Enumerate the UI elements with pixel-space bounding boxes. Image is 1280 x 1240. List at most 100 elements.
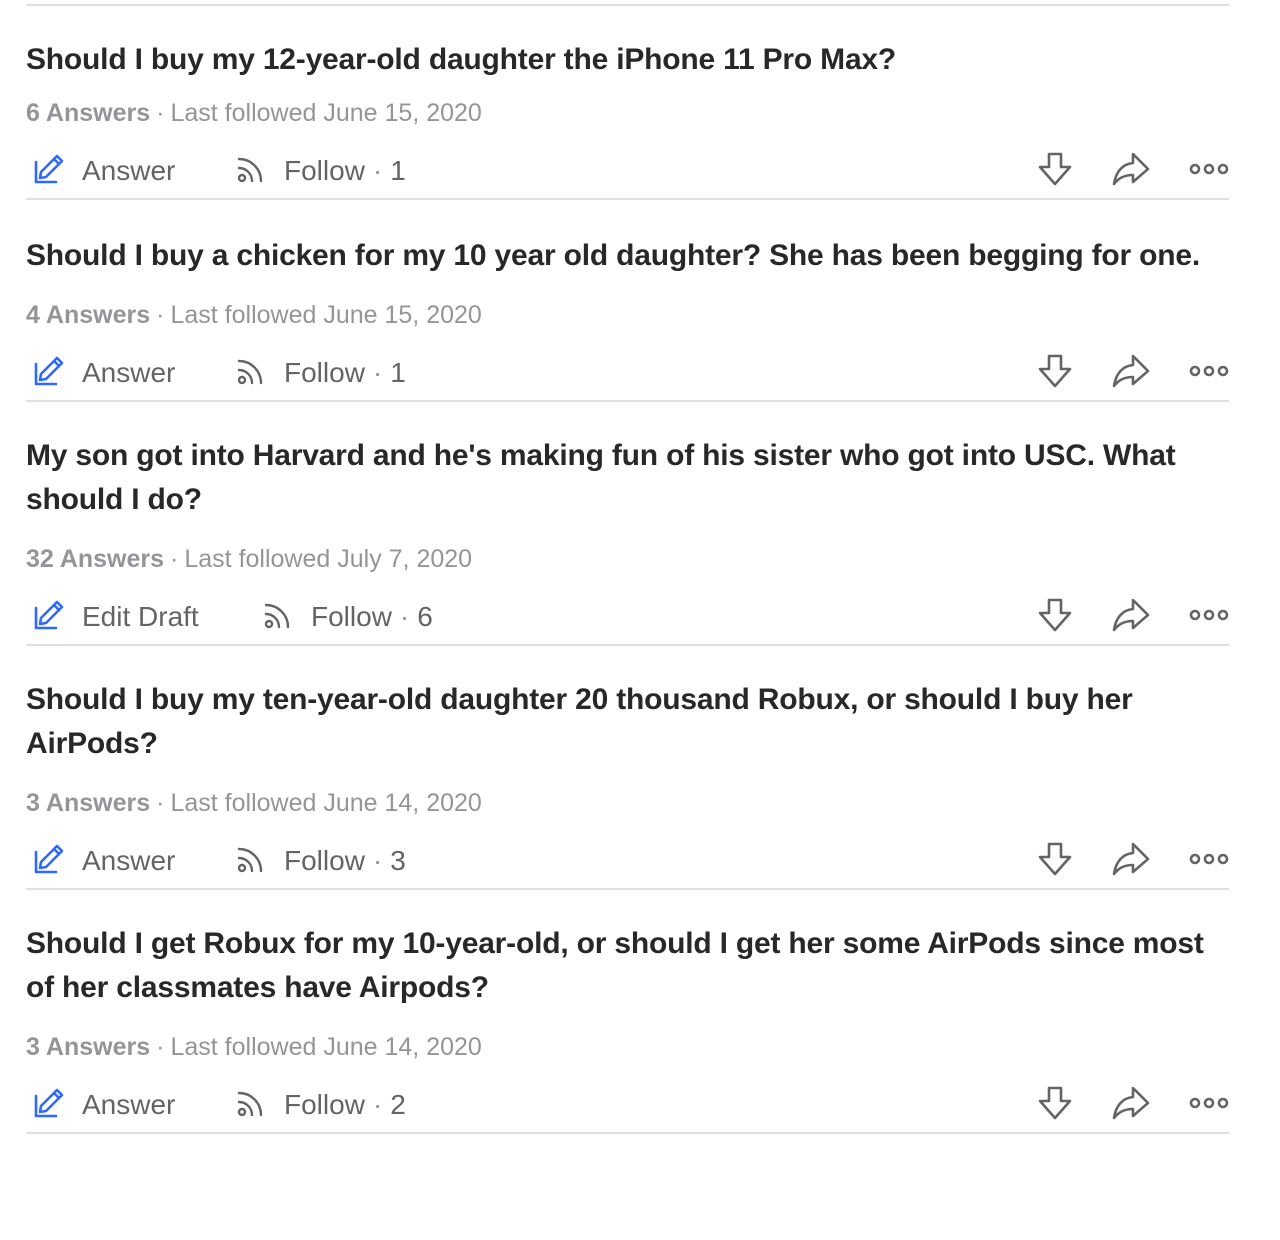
question-title[interactable]: Should I buy my 12-year-old daughter the… xyxy=(26,38,1229,82)
more-dots-icon xyxy=(1189,162,1229,181)
more-dots-icon xyxy=(1189,852,1229,871)
follow-button[interactable]: Follow · 6 xyxy=(261,588,433,646)
edit-draft-button[interactable]: Edit Draft xyxy=(32,588,199,646)
secondary-actions xyxy=(1017,142,1229,200)
pencil-edit-icon xyxy=(32,150,68,193)
answer-count[interactable]: 3 Answers xyxy=(26,789,150,817)
answer-count[interactable]: 3 Answers xyxy=(26,1033,150,1061)
question-card: Should I buy my ten-year-old daughter 20… xyxy=(26,646,1229,890)
rss-follow-icon xyxy=(234,1084,270,1127)
downvote-button[interactable] xyxy=(1017,344,1093,402)
secondary-actions xyxy=(1017,832,1229,890)
share-arrow-icon xyxy=(1111,149,1151,194)
answer-label: Answer xyxy=(82,1089,176,1120)
edit-draft-label: Edit Draft xyxy=(82,601,199,632)
follow-button[interactable]: Follow · 3 xyxy=(234,832,406,890)
downvote-button[interactable] xyxy=(1017,1076,1093,1134)
more-button[interactable] xyxy=(1169,588,1229,646)
last-followed: Last followed June 14, 2020 xyxy=(170,1033,482,1061)
question-meta: 32 Answers · Last followed July 7, 2020 xyxy=(26,542,1229,576)
follow-separator: · xyxy=(399,601,410,632)
follow-button[interactable]: Follow · 1 xyxy=(234,344,406,402)
pencil-edit-icon xyxy=(32,352,68,395)
follow-count: 2 xyxy=(390,1089,406,1120)
share-button[interactable] xyxy=(1093,832,1169,890)
rss-follow-icon xyxy=(234,150,270,193)
follow-count: 1 xyxy=(390,357,406,388)
answer-button[interactable]: Answer xyxy=(32,142,175,200)
rss-follow-icon xyxy=(234,840,270,883)
question-title[interactable]: Should I get Robux for my 10-year-old, o… xyxy=(26,922,1229,1010)
follow-label: Follow xyxy=(284,845,365,876)
answer-label: Answer xyxy=(82,155,176,186)
follow-button[interactable]: Follow · 2 xyxy=(234,1076,406,1134)
downvote-button[interactable] xyxy=(1017,588,1093,646)
share-button[interactable] xyxy=(1093,1076,1169,1134)
follow-separator: · xyxy=(372,845,383,876)
more-button[interactable] xyxy=(1169,142,1229,200)
meta-separator: · xyxy=(156,301,165,329)
answer-label: Answer xyxy=(82,845,176,876)
answer-count[interactable]: 4 Answers xyxy=(26,301,150,329)
question-title[interactable]: Should I buy a chicken for my 10 year ol… xyxy=(26,234,1229,278)
question-title[interactable]: Should I buy my ten-year-old daughter 20… xyxy=(26,678,1229,766)
secondary-actions xyxy=(1017,344,1229,402)
rss-follow-icon xyxy=(261,596,297,639)
follow-separator: · xyxy=(372,357,383,388)
follow-label: Follow xyxy=(311,601,392,632)
question-meta: 4 Answers · Last followed June 15, 2020 xyxy=(26,298,1229,332)
follow-count: 1 xyxy=(390,155,406,186)
downvote-arrow-icon xyxy=(1035,149,1075,194)
meta-separator: · xyxy=(156,99,165,127)
more-button[interactable] xyxy=(1169,344,1229,402)
follow-label: Follow xyxy=(284,1089,365,1120)
meta-separator: · xyxy=(156,1033,165,1061)
answer-count[interactable]: 32 Answers xyxy=(26,545,164,573)
meta-separator: · xyxy=(170,545,179,573)
downvote-arrow-icon xyxy=(1035,839,1075,884)
share-button[interactable] xyxy=(1093,344,1169,402)
more-button[interactable] xyxy=(1169,832,1229,890)
answer-button[interactable]: Answer xyxy=(32,344,175,402)
question-card: Should I get Robux for my 10-year-old, o… xyxy=(26,890,1229,1134)
question-title[interactable]: My son got into Harvard and he's making … xyxy=(26,434,1229,522)
pencil-edit-icon xyxy=(32,1084,68,1127)
answer-count[interactable]: 6 Answers xyxy=(26,99,150,127)
last-followed: Last followed June 15, 2020 xyxy=(170,301,482,329)
secondary-actions xyxy=(1017,1076,1229,1134)
question-card: Should I buy my 12-year-old daughter the… xyxy=(26,0,1229,200)
pencil-edit-icon xyxy=(32,840,68,883)
share-arrow-icon xyxy=(1111,1083,1151,1128)
downvote-button[interactable] xyxy=(1017,832,1093,890)
question-card: Should I buy a chicken for my 10 year ol… xyxy=(26,200,1229,402)
share-button[interactable] xyxy=(1093,142,1169,200)
answer-button[interactable]: Answer xyxy=(32,1076,175,1134)
share-button[interactable] xyxy=(1093,588,1169,646)
action-bar: Answer Follow · 1 xyxy=(26,344,1229,408)
question-meta: 6 Answers · Last followed June 15, 2020 xyxy=(26,96,1229,130)
pencil-edit-icon xyxy=(32,596,68,639)
rss-follow-icon xyxy=(234,352,270,395)
answer-button[interactable]: Answer xyxy=(32,832,175,890)
share-arrow-icon xyxy=(1111,595,1151,640)
question-meta: 3 Answers · Last followed June 14, 2020 xyxy=(26,1030,1229,1064)
more-dots-icon xyxy=(1189,1096,1229,1115)
share-arrow-icon xyxy=(1111,351,1151,396)
downvote-button[interactable] xyxy=(1017,142,1093,200)
action-bar: Answer Follow · 2 xyxy=(26,1076,1229,1140)
secondary-actions xyxy=(1017,588,1229,646)
last-followed: Last followed June 15, 2020 xyxy=(170,99,482,127)
follow-button[interactable]: Follow · 1 xyxy=(234,142,406,200)
follow-count: 6 xyxy=(417,601,433,632)
action-bar: Answer Follow · 3 xyxy=(26,832,1229,896)
follow-label: Follow xyxy=(284,357,365,388)
last-followed: Last followed June 14, 2020 xyxy=(170,789,482,817)
answer-label: Answer xyxy=(82,357,176,388)
action-bar: Answer Follow · 1 xyxy=(26,142,1229,206)
downvote-arrow-icon xyxy=(1035,595,1075,640)
downvote-arrow-icon xyxy=(1035,351,1075,396)
more-button[interactable] xyxy=(1169,1076,1229,1134)
question-card: My son got into Harvard and he's making … xyxy=(26,402,1229,646)
follow-separator: · xyxy=(372,1089,383,1120)
follow-count: 3 xyxy=(390,845,406,876)
